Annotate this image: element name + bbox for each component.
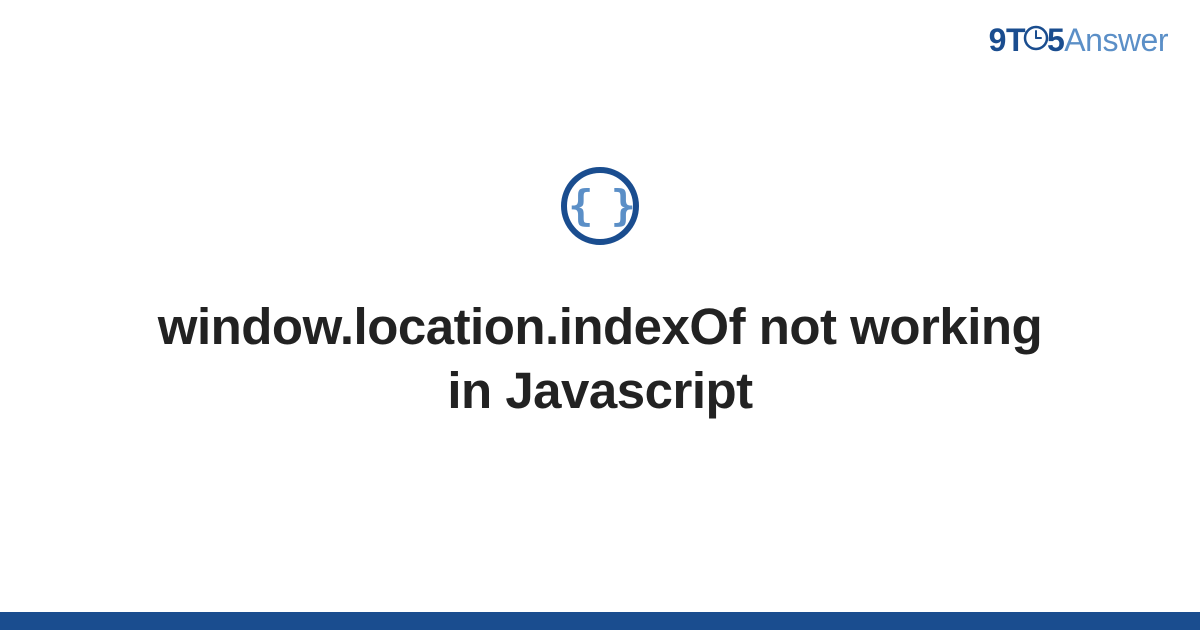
question-title: window.location.indexOf not working in J… [150,295,1050,423]
main-content: { } window.location.indexOf not working … [0,0,1200,630]
braces-glyph: { } [568,185,632,227]
code-braces-icon: { } [561,167,639,245]
footer-bar [0,612,1200,630]
